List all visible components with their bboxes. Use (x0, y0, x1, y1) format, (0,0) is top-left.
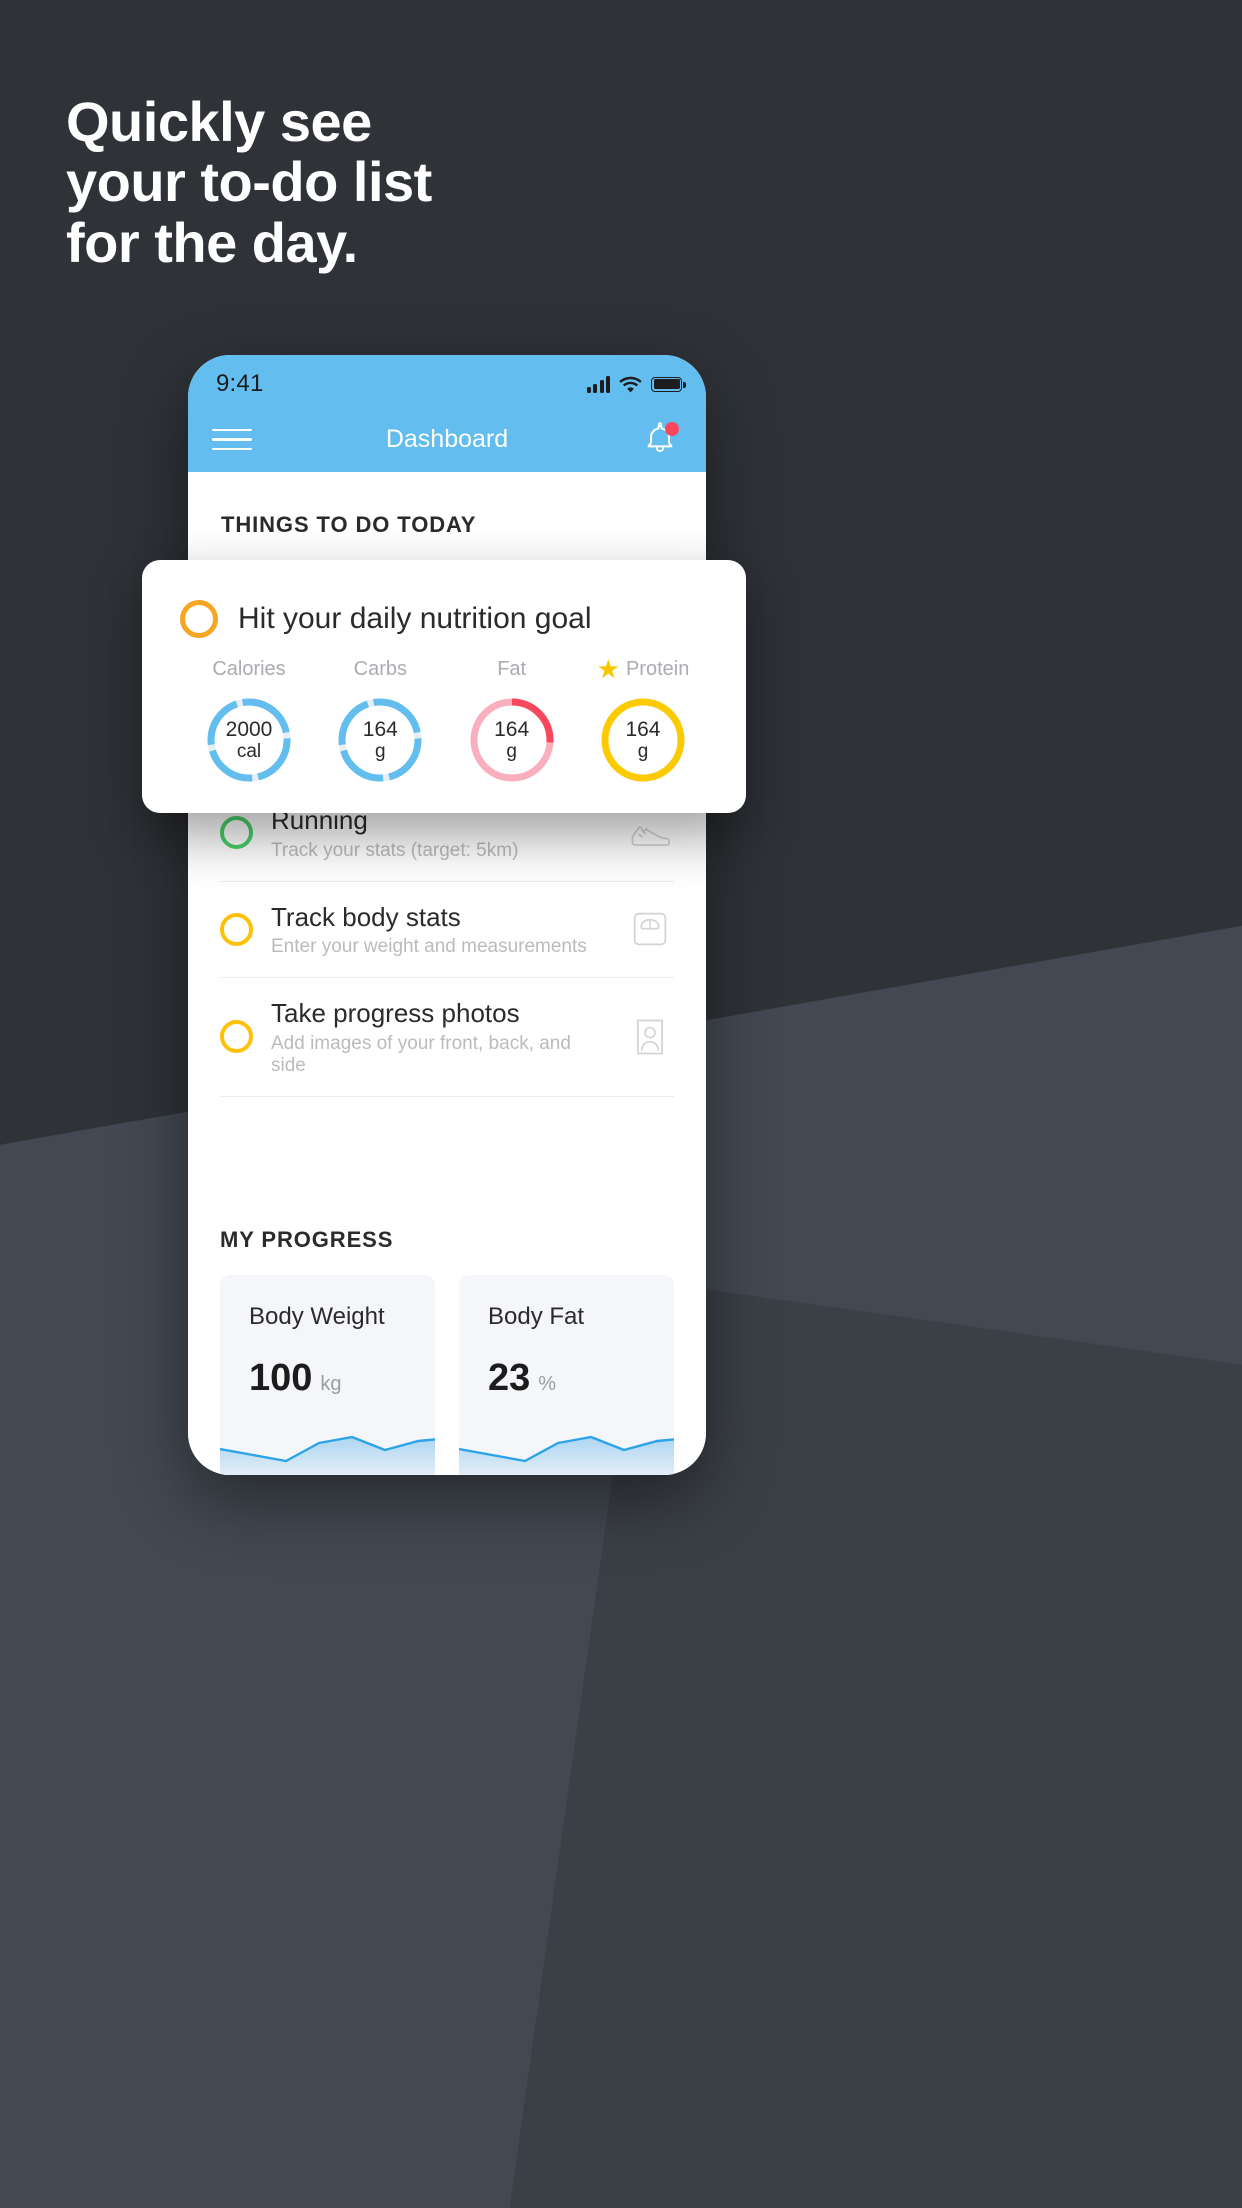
macro-carbs[interactable]: Carbs 164 g (321, 656, 439, 786)
phone-header: 9:41 Dashboard (188, 355, 706, 472)
notification-badge-dot (665, 421, 679, 436)
todo-item-subtitle: Enter your weight and measurements (271, 936, 587, 957)
progress-card-value: 23 (488, 1356, 531, 1399)
nutrition-card-title: Hit your daily nutrition goal (238, 602, 592, 635)
macro-ring-protein: 164 g (597, 694, 689, 786)
macro-label: Calories (212, 657, 286, 680)
macro-ring-group: Calories 2000 cal Carbs 164 g Fat 164 g … (142, 638, 746, 786)
nutrition-card-header: Hit your daily nutrition goal (142, 560, 746, 638)
progress-card-grid: Body Weight 100 kg Body Fat 23 % (220, 1274, 674, 1475)
todo-item-text: Track body stats Enter your weight and m… (271, 901, 610, 959)
app-navbar: Dashboard (188, 407, 706, 472)
macro-fat[interactable]: Fat 164 g (453, 656, 571, 786)
progress-card-unit: kg (320, 1372, 342, 1395)
todo-item-text: Take progress photos Add images of your … (271, 997, 610, 1077)
cellular-signal-icon (586, 375, 610, 393)
macro-center-text: 164 g (466, 694, 558, 786)
progress-card-unit: % (538, 1372, 557, 1395)
macro-unit: g (375, 741, 386, 763)
todo-item-body-stats[interactable]: Track body stats Enter your weight and m… (220, 882, 674, 978)
wifi-icon (619, 376, 642, 392)
progress-photo-icon (637, 1019, 663, 1055)
macro-value: 164 (625, 717, 661, 741)
progress-card-label: Body Fat (488, 1302, 585, 1330)
things-to-do-section-label: THINGS TO DO TODAY (221, 512, 477, 537)
macro-label: Fat (497, 657, 527, 680)
macro-ring-carbs: 164 g (334, 694, 426, 786)
star-icon: ★ (596, 654, 620, 684)
notification-bell-button[interactable] (640, 420, 680, 460)
battery-icon (651, 376, 686, 392)
macro-protein[interactable]: ★ Protein 164 g (584, 656, 702, 786)
macro-center-text: 164 g (334, 694, 426, 786)
phone-mockup: 9:41 Dashboard THINGS TO DO TODAY Runnin… (188, 355, 706, 1475)
status-bar-time: 9:41 (216, 370, 264, 397)
progress-card-value-row: 100 kg (220, 1331, 435, 1400)
headline-line-2: your to-do list (66, 150, 432, 214)
status-bar-icons (586, 375, 686, 393)
macro-unit: g (637, 741, 649, 763)
macro-label: Protein (625, 657, 690, 680)
page-title: Dashboard (385, 425, 509, 453)
progress-card-value: 100 (249, 1356, 313, 1399)
todo-item-progress-photos[interactable]: Take progress photos Add images of your … (220, 978, 674, 1097)
macro-unit: g (506, 741, 517, 763)
hamburger-menu-icon[interactable] (212, 428, 252, 451)
macro-center-text: 164 g (597, 694, 689, 786)
my-progress-section-label: MY PROGRESS (220, 1226, 394, 1252)
todo-item-title: Take progress photos (271, 998, 520, 1028)
macro-value: 164 (494, 717, 530, 741)
macro-value: 2000 (225, 717, 273, 741)
todo-checkbox-ring-icon[interactable] (220, 1020, 253, 1054)
running-shoe-icon (631, 826, 670, 846)
macro-label: Carbs (353, 657, 407, 680)
macro-center-text: 2000 cal (203, 694, 295, 786)
todo-checkbox-ring-icon[interactable] (220, 912, 253, 946)
progress-card-body-weight[interactable]: Body Weight 100 kg (220, 1274, 435, 1475)
headline-line-3: for the day. (66, 210, 358, 274)
macro-label-protein: ★ Protein (584, 656, 702, 682)
body-fat-sparkline-chart (459, 1435, 674, 1475)
todo-item-subtitle: Track your stats (target: 5km) (271, 839, 519, 861)
macro-unit: cal (236, 741, 262, 763)
todo-item-title: Track body stats (271, 901, 461, 932)
my-progress-section: MY PROGRESS Body Weight 100 kg Body Fat … (188, 1226, 706, 1475)
macro-calories[interactable]: Calories 2000 cal (190, 656, 308, 786)
body-weight-sparkline-chart (220, 1435, 435, 1475)
task-checkbox-ring-icon[interactable] (180, 600, 218, 638)
progress-card-body-fat[interactable]: Body Fat 23 % (459, 1274, 674, 1475)
nutrition-goal-card[interactable]: Hit your daily nutrition goal Calories 2… (142, 560, 746, 813)
todo-item-subtitle: Add images of your front, back, and side (271, 1032, 571, 1076)
things-to-do-list: Running Track your stats (target: 5km) T… (188, 784, 706, 1097)
macro-ring-calories: 2000 cal (203, 694, 295, 786)
weight-scale-icon (633, 912, 667, 946)
promo-headline: Quickly see your to-do list for the day. (66, 90, 826, 274)
headline-line-1: Quickly see (66, 90, 372, 153)
macro-value: 164 (362, 717, 398, 741)
progress-card-value-row: 23 % (459, 1331, 674, 1400)
todo-checkbox-ring-icon[interactable] (220, 816, 253, 850)
macro-ring-fat: 164 g (466, 694, 558, 786)
status-bar: 9:41 (188, 355, 706, 407)
progress-card-label: Body Weight (249, 1302, 385, 1330)
